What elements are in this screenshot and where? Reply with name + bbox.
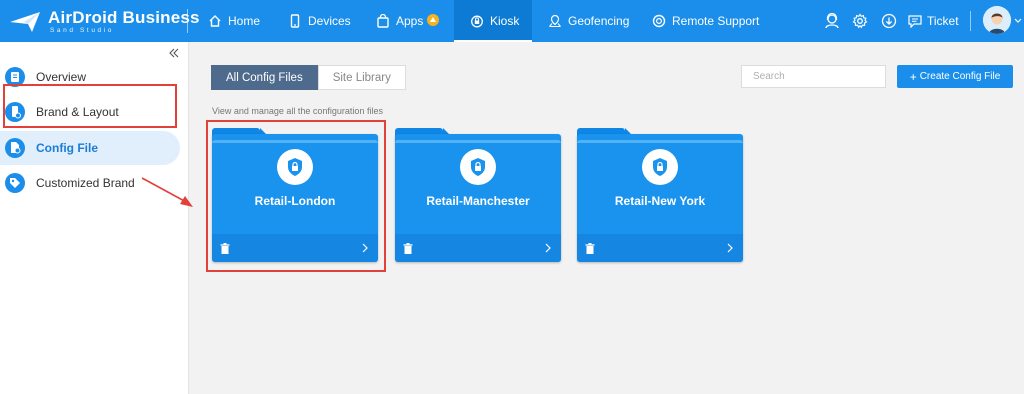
- kiosk-lock-icon: [471, 15, 483, 28]
- user-avatar[interactable]: [983, 6, 1011, 34]
- sidebar-highlight-annotation: [3, 84, 177, 128]
- sidebar-item-label: Config File: [36, 141, 98, 155]
- toolbar-divider: [970, 11, 971, 31]
- nav-home-label: Home: [228, 14, 261, 28]
- config-tabs: All Config Files Site Library: [211, 65, 406, 90]
- tag-icon: [5, 173, 25, 193]
- logo-divider: [187, 9, 188, 33]
- nav-geofencing-label: Geofencing: [568, 14, 630, 28]
- bag-icon: [377, 14, 389, 28]
- airdroid-logo-icon: [10, 12, 40, 32]
- nav-kiosk[interactable]: Kiosk: [454, 0, 532, 42]
- chevron-down-icon[interactable]: [1014, 18, 1022, 24]
- folder-stripe: [577, 140, 743, 143]
- config-card-name: Retail-Manchester: [426, 194, 530, 208]
- update-badge-icon: [427, 14, 440, 26]
- app-logo-subtext: Sand Studio: [50, 27, 115, 34]
- kiosk-shield-lock-icon: [460, 149, 496, 185]
- config-card-name: Retail-New York: [614, 194, 706, 208]
- app-logo[interactable]: AirDroid Business Sand Studio: [10, 6, 200, 36]
- gear-icon[interactable]: [852, 13, 868, 29]
- sidebar-item-config-file[interactable]: Config File: [0, 131, 180, 165]
- phone-icon: [290, 14, 300, 28]
- trash-icon[interactable]: [585, 243, 595, 254]
- user-avatar-icon: [983, 6, 1011, 34]
- plus-icon: +: [909, 69, 917, 84]
- page-description: View and manage all the configuration fi…: [212, 106, 383, 116]
- nav-remote-support[interactable]: Remote Support: [652, 0, 759, 42]
- nav-remote-support-label: Remote Support: [672, 14, 760, 28]
- config-card-retail-new-york[interactable]: Retail-New York: [577, 128, 743, 262]
- config-card-body: Retail-Manchester: [395, 134, 561, 262]
- config-card-footer: [577, 234, 743, 262]
- tab-all-config-files[interactable]: All Config Files: [211, 65, 318, 90]
- ticket-chat-icon: [908, 14, 922, 28]
- annotation-arrow-icon: [141, 177, 193, 207]
- ticket-label: Ticket: [927, 14, 959, 28]
- nav-home[interactable]: Home: [208, 0, 260, 42]
- create-config-file-button[interactable]: + Create Config File: [897, 65, 1013, 88]
- config-file-icon: [5, 138, 25, 158]
- create-config-file-label: Create Config File: [919, 71, 1001, 82]
- top-navigation-bar: AirDroid Business Sand Studio Home Devic…: [0, 0, 1024, 42]
- sidebar-item-label: Customized Brand: [36, 176, 135, 190]
- nav-apps-label: Apps: [396, 14, 424, 28]
- lifebuoy-icon: [652, 14, 666, 28]
- ticket-button[interactable]: Ticket: [908, 0, 959, 42]
- folder-stripe: [395, 140, 561, 143]
- sidebar-item-label: Overview: [36, 70, 87, 84]
- nav-kiosk-label: Kiosk: [490, 14, 520, 28]
- config-card-footer: [395, 234, 561, 262]
- app-logo-text: AirDroid Business: [48, 8, 200, 27]
- trash-icon[interactable]: [403, 243, 413, 254]
- nav-geofencing[interactable]: Geofencing: [548, 0, 629, 42]
- map-icon: [549, 14, 561, 28]
- search-input[interactable]: [741, 65, 886, 88]
- chevron-right-icon[interactable]: [545, 243, 551, 253]
- tab-site-library[interactable]: Site Library: [317, 65, 406, 90]
- nav-devices[interactable]: Devices: [288, 0, 351, 42]
- kiosk-shield-lock-icon: [642, 149, 678, 185]
- config-card-retail-manchester[interactable]: Retail-Manchester: [395, 128, 561, 262]
- card-highlight-annotation: [206, 120, 386, 272]
- config-card-body: Retail-New York: [577, 134, 743, 262]
- download-icon[interactable]: [881, 13, 897, 29]
- home-icon: [209, 15, 221, 27]
- collapse-sidebar-icon[interactable]: [168, 47, 180, 59]
- support-agent-icon[interactable]: [824, 13, 840, 29]
- nav-devices-label: Devices: [308, 14, 351, 28]
- nav-apps[interactable]: Apps: [376, 0, 440, 42]
- chevron-right-icon[interactable]: [727, 243, 733, 253]
